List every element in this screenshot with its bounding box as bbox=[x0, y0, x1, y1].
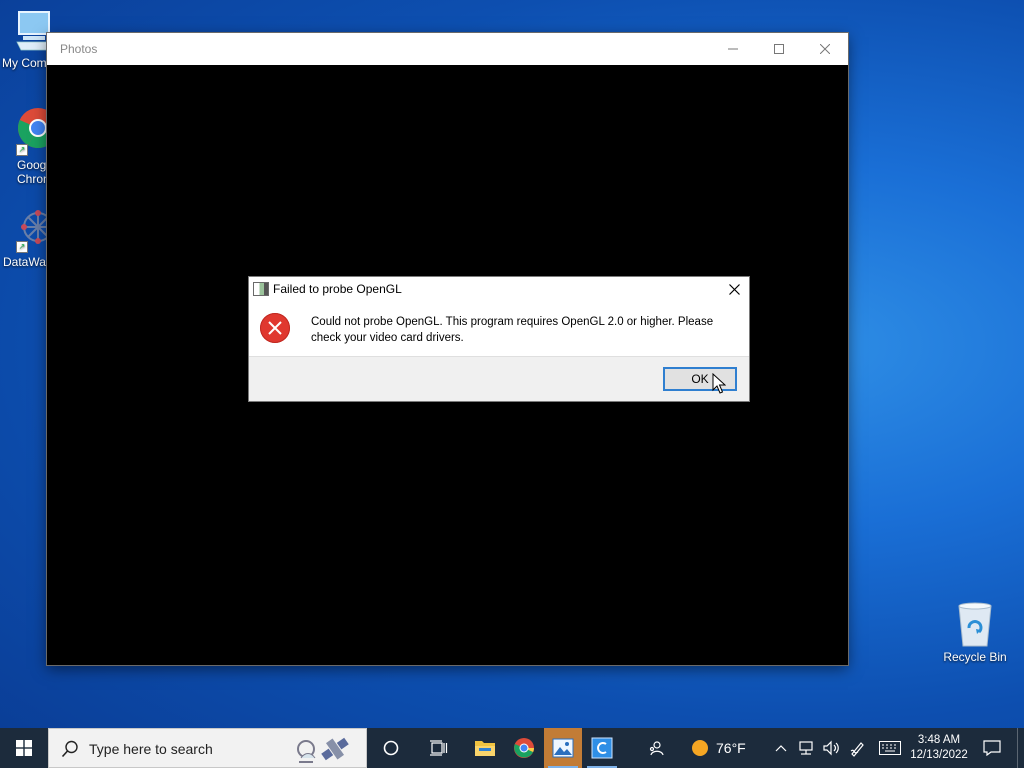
network-button[interactable] bbox=[794, 728, 818, 768]
taskbar-photos-active[interactable] bbox=[544, 728, 582, 768]
recycle-bin-icon bbox=[958, 602, 992, 647]
keyboard-icon bbox=[879, 741, 901, 755]
error-icon bbox=[260, 313, 290, 343]
sun-icon bbox=[692, 740, 708, 756]
taskbar-search-box[interactable]: Type here to search bbox=[48, 728, 367, 768]
photos-titlebar[interactable]: Photos bbox=[47, 33, 848, 65]
dialog-message: Could not probe OpenGL. This program req… bbox=[311, 316, 714, 344]
photos-app-icon bbox=[552, 738, 574, 758]
opengl-error-dialog: Failed to probe OpenGL Could not probe O… bbox=[248, 276, 750, 402]
mouse-pointer-icon bbox=[712, 373, 726, 394]
taskbar-chrome[interactable] bbox=[505, 728, 543, 768]
task-view-icon bbox=[430, 740, 448, 756]
app-icon bbox=[253, 282, 269, 296]
cortana-circle-icon bbox=[383, 740, 399, 756]
show-hidden-icons-button[interactable] bbox=[772, 728, 790, 768]
taskbar-file-explorer[interactable] bbox=[466, 728, 504, 768]
weather-temperature: 76°F bbox=[716, 740, 746, 756]
desktop-icon-label: Recycle Bin bbox=[943, 650, 1007, 664]
dialog-title: Failed to probe OpenGL bbox=[273, 282, 402, 296]
pen-icon bbox=[850, 742, 864, 757]
show-desktop-button[interactable] bbox=[1017, 728, 1024, 768]
clock[interactable]: 3:48 AM 12/13/2022 bbox=[906, 728, 972, 768]
folder-icon bbox=[475, 741, 495, 756]
windows-logo-icon bbox=[16, 740, 32, 756]
search-icon bbox=[61, 740, 78, 758]
touch-keyboard-button[interactable] bbox=[876, 728, 904, 768]
c-app-icon bbox=[591, 737, 613, 759]
pen-workspace-button[interactable] bbox=[846, 728, 870, 768]
start-button[interactable] bbox=[0, 728, 48, 768]
chrome-icon bbox=[514, 738, 534, 758]
dialog-footer: OK bbox=[249, 356, 749, 401]
cortana-button[interactable] bbox=[371, 728, 411, 768]
close-button[interactable] bbox=[802, 33, 848, 65]
shortcut-arrow-icon: ↗ bbox=[16, 144, 28, 156]
desktop-icon-recycle-bin[interactable]: Recycle Bin bbox=[940, 600, 1010, 664]
chevron-up-icon bbox=[775, 745, 787, 752]
dialog-body: Could not probe OpenGL. This program req… bbox=[249, 301, 749, 357]
clock-date: 12/13/2022 bbox=[910, 749, 968, 761]
search-highlight-illustration-icon bbox=[297, 737, 349, 763]
maximize-icon bbox=[774, 44, 784, 54]
volume-button[interactable] bbox=[820, 728, 842, 768]
close-icon bbox=[820, 44, 830, 54]
notification-icon bbox=[983, 740, 1001, 756]
dialog-titlebar[interactable]: Failed to probe OpenGL bbox=[249, 277, 749, 301]
network-icon bbox=[799, 741, 813, 755]
weather-widget[interactable]: 76°F bbox=[690, 728, 760, 768]
close-icon bbox=[728, 283, 740, 295]
people-button[interactable] bbox=[640, 728, 672, 768]
notifications-button[interactable] bbox=[978, 728, 1006, 768]
window-title: Photos bbox=[60, 42, 98, 56]
minimize-icon bbox=[728, 48, 738, 50]
dialog-close-button[interactable] bbox=[719, 277, 749, 301]
search-placeholder: Type here to search bbox=[89, 741, 213, 757]
minimize-button[interactable] bbox=[710, 33, 756, 65]
shortcut-arrow-icon: ↗ bbox=[16, 241, 28, 253]
taskbar-app-c[interactable] bbox=[583, 728, 621, 768]
task-view-button[interactable] bbox=[419, 728, 459, 768]
speaker-icon bbox=[823, 740, 839, 756]
clock-time: 3:48 AM bbox=[917, 734, 961, 746]
maximize-button[interactable] bbox=[756, 33, 802, 65]
people-icon bbox=[649, 741, 664, 756]
taskbar: Type here to search 76°F 3:48 AM 12/13/2… bbox=[0, 728, 1024, 768]
